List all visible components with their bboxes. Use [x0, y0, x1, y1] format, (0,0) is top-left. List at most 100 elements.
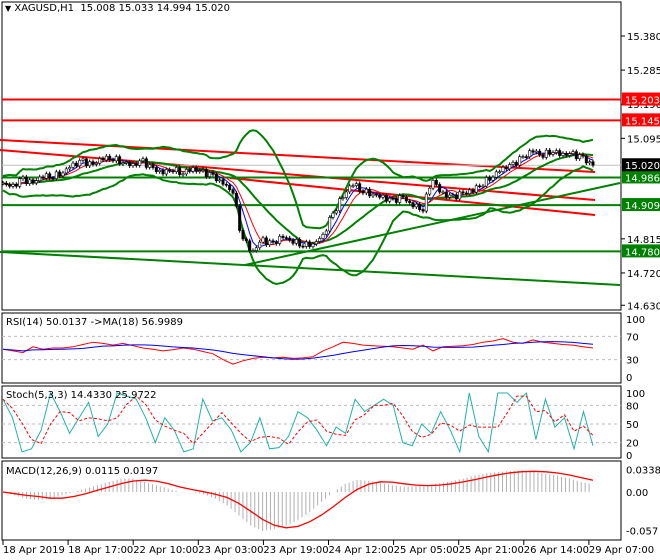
candle-body: [214, 173, 218, 181]
candle-body: [1, 182, 5, 185]
candle-body: [41, 176, 45, 179]
candle-body: [494, 171, 498, 178]
candle-body: [278, 235, 282, 244]
macd-tick-label: 0.00: [626, 488, 648, 499]
level-label: 14.909: [625, 201, 660, 212]
candle-body: [324, 230, 328, 235]
candle-body: [551, 152, 555, 155]
candle-body: [294, 239, 298, 244]
candle-body: [581, 154, 585, 157]
candle-body: [128, 161, 132, 167]
candle-body: [548, 149, 552, 155]
candle-body: [224, 183, 228, 186]
candle-body: [514, 162, 518, 166]
rsi-ma-line: [2, 341, 594, 360]
candle-body: [518, 156, 522, 166]
stoch-signal-line: [2, 395, 594, 445]
level-label: 14.780: [625, 247, 660, 258]
candle-body: [511, 162, 515, 165]
time-tick-label: 24 Apr 12:00: [329, 545, 394, 556]
candle-body: [451, 194, 455, 197]
candle-body: [11, 184, 15, 187]
candle-body: [14, 184, 18, 187]
candle-body: [264, 237, 268, 246]
candle-body: [424, 193, 428, 212]
candle-body: [28, 179, 32, 184]
time-tick-label: 29 Apr 07:00: [589, 545, 654, 556]
candle-body: [421, 209, 425, 212]
price-tick-label: 14.630: [627, 301, 660, 312]
candle-body: [458, 191, 462, 200]
chart-header: ▼ XAGUSD,H1 15.008 15.033 14.994 15.020: [5, 3, 230, 14]
candle-body: [568, 153, 572, 156]
candle-body: [528, 150, 532, 158]
candle-body: [311, 243, 315, 247]
trend-line-green: [0, 251, 621, 286]
candle-body: [74, 162, 78, 167]
candle-body: [478, 185, 482, 188]
stoch-tick-label: 100: [626, 389, 645, 400]
candle-body: [198, 170, 202, 172]
candle-body: [98, 158, 102, 164]
candle-body: [374, 193, 378, 196]
candle-body: [71, 162, 75, 168]
trading-chart[interactable]: 15.380 15.285 15.190 15.095 14.815 14.720 14.6…: [0, 0, 660, 560]
close-value: 15.020: [194, 3, 230, 14]
candle-body: [338, 198, 342, 212]
candle-body: [91, 161, 95, 165]
candle-body: [411, 202, 415, 208]
candle-body: [564, 153, 568, 156]
candle-body: [124, 161, 128, 164]
candle-body: [501, 166, 505, 173]
candle-body: [171, 170, 175, 173]
candle-body: [321, 234, 325, 239]
candle-body: [508, 164, 512, 170]
chart-canvas[interactable]: 15.38015.28515.19015.09514.81514.72014.6…: [0, 0, 660, 560]
collapse-triangle-icon[interactable]: ▼: [5, 4, 11, 13]
level-label: 15.145: [625, 116, 660, 127]
candle-body: [178, 167, 182, 175]
stoch-tick-label: 0: [626, 451, 632, 462]
candle-body: [521, 156, 525, 158]
candle-body: [251, 250, 255, 252]
candle-body: [394, 198, 398, 203]
stoch-tick-label: 80: [626, 401, 639, 412]
candle-body: [88, 161, 92, 167]
candle-body: [184, 169, 188, 175]
candle-body: [234, 192, 238, 207]
candle-body: [444, 191, 448, 198]
candle-body: [441, 191, 445, 194]
candle-body: [588, 161, 592, 164]
candle-body: [388, 197, 392, 202]
rsi-tick-label: 0: [626, 373, 632, 384]
candle-body: [544, 149, 548, 158]
candle-body: [554, 150, 558, 153]
candle-body: [118, 156, 122, 165]
candle-body: [268, 240, 272, 246]
candle-body: [488, 177, 492, 181]
rsi-tick-label: 100: [626, 315, 645, 326]
candle-body: [4, 182, 8, 185]
rsi-title: RSI(14) 50.0137 ->MA(18) 56.9989: [6, 317, 183, 328]
candle-body: [108, 155, 112, 161]
candle-body: [174, 167, 178, 173]
candle-body: [301, 245, 305, 248]
candle-body: [158, 169, 162, 172]
level-label: 15.203: [625, 96, 660, 107]
candle-body: [378, 194, 382, 198]
candle-body: [504, 166, 508, 170]
candle-body: [384, 194, 388, 202]
candle-body: [254, 247, 258, 251]
candle-body: [541, 154, 545, 158]
candle-body: [51, 177, 55, 180]
candle-body: [481, 185, 485, 188]
candle-body: [454, 194, 458, 200]
candle-body: [468, 189, 472, 194]
stoch-title: Stoch(5,3,3) 14.4330 25.9722: [6, 390, 157, 401]
candle-body: [358, 183, 362, 192]
candle-body: [144, 158, 148, 168]
candle-body: [561, 153, 565, 156]
open-value: 15.008: [80, 3, 116, 14]
candle-body: [231, 189, 235, 194]
candle-body: [281, 235, 285, 238]
